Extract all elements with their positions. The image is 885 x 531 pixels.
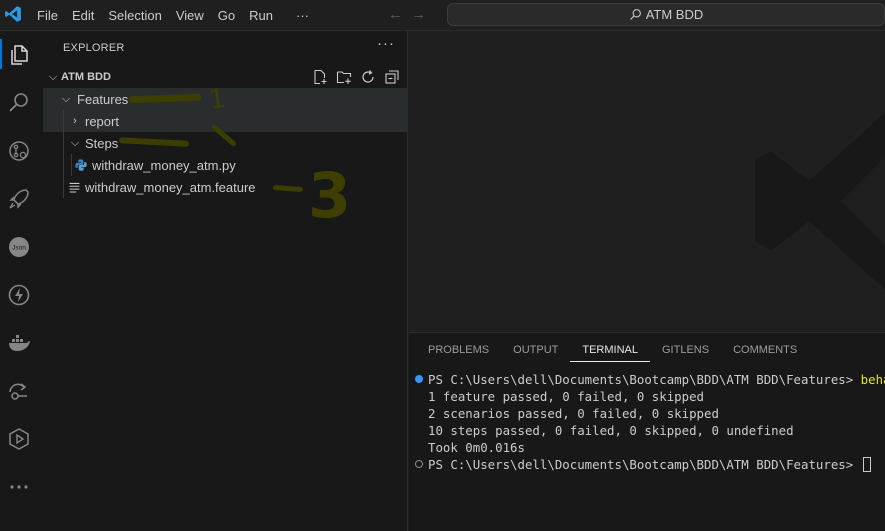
tab-comments[interactable]: COMMENTS [721,333,809,367]
terminal-cursor [862,457,871,472]
more-views-icon[interactable] [5,473,33,501]
explorer-more-button[interactable]: ··· [377,35,395,52]
terminal-line: PS C:\Users\dell\Documents\Bootcamp\BDD\… [428,371,885,388]
terminal-line: 1 feature passed, 0 failed, 0 skipped [428,389,705,404]
tree-item-feature-file-label: withdraw_money_atm.feature [85,179,256,195]
tab-gitlens[interactable]: GITLENS [650,333,721,367]
terminal-line: 10 steps passed, 0 failed, 0 skipped, 0 … [428,423,794,438]
command-success-dot [415,375,423,383]
remote-explorer-icon[interactable] [5,377,33,405]
editor-area [409,31,885,332]
chevron-down-icon: ⌵ [48,70,58,83]
workspace-root-label: ATM BDD [61,71,111,83]
tree-item-feature-file[interactable]: withdraw_money_atm.feature [43,176,408,198]
refresh-icon[interactable] [360,69,376,85]
search-icon[interactable] [5,89,33,117]
search-icon [629,9,641,20]
tree-item-py-file-label: withdraw_money_atm.py [92,157,236,173]
tree-item-report-label: report [85,113,119,129]
chevron-right-icon: › [73,115,77,127]
search-label: ATM BDD [645,7,704,22]
terminal-line: Took 0m0.016s [428,440,525,455]
terminal-line: 2 scenarios passed, 0 failed, 0 skipped [428,406,719,421]
annotation-number-one: 1 [206,83,228,116]
collapse-all-icon[interactable] [384,69,400,85]
menu-edit[interactable]: Edit [65,0,101,31]
chevron-down-icon: ⌵ [61,92,71,105]
active-indicator [0,39,2,69]
menu-view[interactable]: View [169,0,211,31]
source-control-icon[interactable] [5,137,33,165]
text-file-icon [69,182,80,192]
vscode-watermark-icon [755,112,885,290]
workspace-root[interactable]: ⌵ ATM BDD [43,66,408,88]
bottom-panel: PROBLEMS OUTPUT TERMINAL GITLENS COMMENT… [409,332,885,531]
indent-guide [71,154,72,176]
new-folder-icon[interactable] [336,69,352,85]
terminal-prompt: PS C:\Users\dell\Documents\Bootcamp\BDD\… [428,372,861,387]
forward-arrow-icon[interactable]: → [411,6,426,23]
menu-more-button[interactable]: ··· [280,0,316,31]
tree-item-steps-label: Steps [85,135,119,151]
terminal-prompt: PS C:\Users\dell\Documents\Bootcamp\BDD\… [428,457,861,472]
activity-bar: Json [0,31,43,531]
thunder-client-icon[interactable] [5,281,33,309]
vscode-logo-icon [5,6,21,22]
tab-output[interactable]: OUTPUT [501,333,570,367]
root-actions [312,66,400,88]
python-file-icon [75,159,87,171]
menu-go[interactable]: Go [211,0,242,31]
terminal-line: PS C:\Users\dell\Documents\Bootcamp\BDD\… [428,456,871,473]
explorer-icon[interactable] [5,41,33,69]
menu-file[interactable]: File [30,0,65,31]
svg-text:Json: Json [12,245,26,252]
extensions-play-icon[interactable] [5,425,33,453]
command-pending-dot [415,460,423,468]
menu-selection[interactable]: Selection [101,0,168,31]
title-bar: File Edit Selection View Go Run ··· ← → … [0,0,885,31]
panel-tabs: PROBLEMS OUTPUT TERMINAL GITLENS COMMENT… [409,333,809,367]
command-center-search[interactable]: ATM BDD [447,3,885,26]
tree-item-py-file[interactable]: withdraw_money_atm.py [43,154,408,176]
chevron-down-icon: ⌵ [70,136,80,149]
tab-terminal[interactable]: TERMINAL [570,333,650,362]
tab-problems[interactable]: PROBLEMS [409,333,501,367]
back-arrow-icon[interactable]: ← [388,6,403,23]
indent-guide [63,110,64,198]
menu-bar: File Edit Selection View Go Run ··· [30,0,316,31]
navigation-arrows: ← → [388,6,426,23]
docker-icon[interactable] [5,329,33,357]
menu-run[interactable]: Run [242,0,280,31]
explorer-sidebar: EXPLORER ··· ⌵ ATM BDD ⌵ Features › repo… [43,31,408,531]
terminal-command: behave [860,372,885,387]
annotation-number-three: 3 [308,159,352,232]
run-debug-icon[interactable] [5,185,33,213]
json-extension-icon[interactable]: Json [5,233,33,261]
tree-item-features-label: Features [77,91,129,107]
explorer-title: EXPLORER [63,42,125,54]
new-file-icon[interactable] [312,69,328,85]
